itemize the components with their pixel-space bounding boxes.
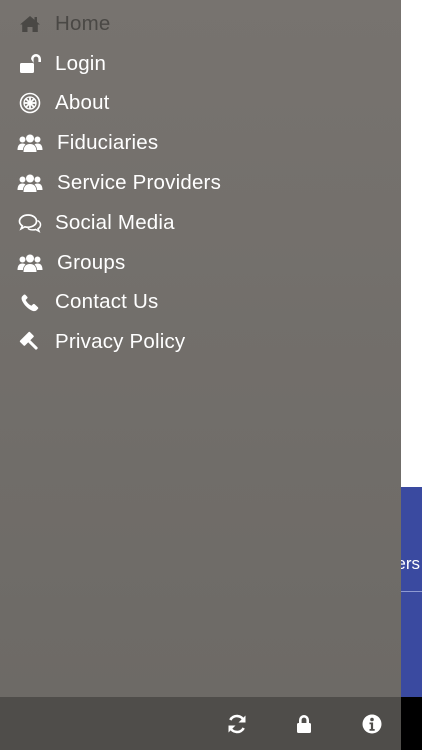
menu-item-fiduciaries[interactable]: Fiduciaries [0,123,401,163]
menu-item-label: Fiduciaries [57,131,159,155]
background-content-panel: ers [396,487,422,697]
menu-item-label: Groups [57,250,126,274]
menu-item-label: Service Providers [57,171,222,195]
drawer-menu: Home Login About Fiduciaries Service Pro [0,4,401,362]
menu-item-label: Login [55,51,107,75]
menu-item-about[interactable]: About [0,84,401,124]
info-icon[interactable] [360,712,384,736]
menu-item-label: Contact Us [55,290,159,314]
phone-icon [16,291,44,313]
menu-item-label: About [55,91,110,115]
menu-item-label: Privacy Policy [55,330,186,354]
users-icon [16,252,44,274]
home-icon [16,13,44,35]
unlock-icon [16,53,44,75]
bottom-toolbar [0,697,401,750]
menu-item-label: Home [55,11,111,35]
side-drawer: Home Login About Fiduciaries Service Pro [0,0,401,697]
lock-icon[interactable] [292,712,316,736]
menu-item-social-media[interactable]: Social Media [0,203,401,243]
refresh-icon[interactable] [225,712,249,736]
menu-item-privacy-policy[interactable]: Privacy Policy [0,322,401,362]
menu-item-service-providers[interactable]: Service Providers [0,163,401,203]
about-icon [16,92,44,114]
gavel-icon [16,331,44,353]
users-icon [16,172,44,194]
users-icon [16,132,44,154]
menu-item-groups[interactable]: Groups [0,243,401,283]
background-bottom-strip [401,697,422,750]
menu-item-login[interactable]: Login [0,44,401,84]
background-divider [401,591,422,592]
comments-icon [16,212,44,234]
menu-item-home[interactable]: Home [0,4,401,44]
menu-item-label: Social Media [55,210,175,234]
menu-item-contact-us[interactable]: Contact Us [0,283,401,323]
